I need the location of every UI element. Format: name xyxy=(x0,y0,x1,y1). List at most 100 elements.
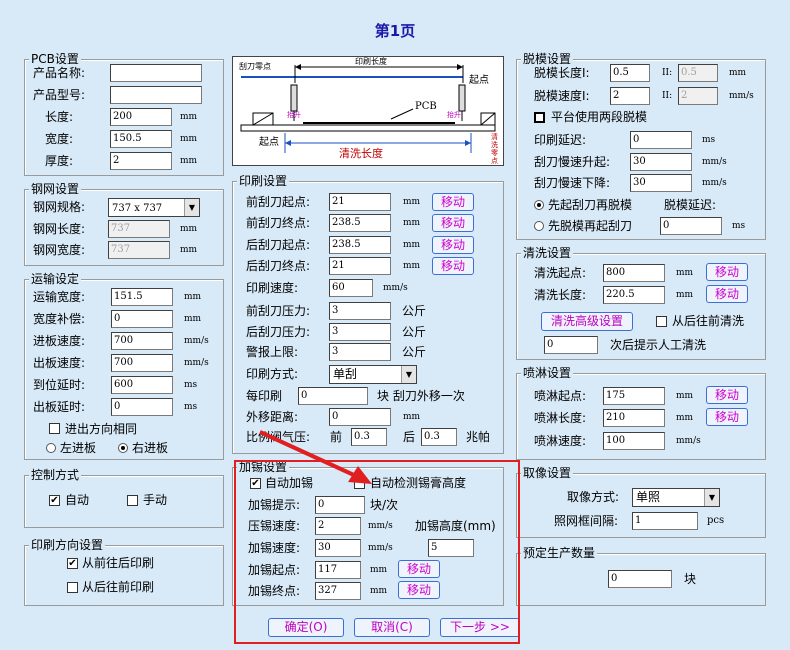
demold-delay-input[interactable]: 0 xyxy=(660,217,722,235)
front-pressure-input[interactable]: 3 xyxy=(329,302,391,320)
slow-up-input[interactable]: 30 xyxy=(630,153,692,171)
spray-start-move-button[interactable]: 移动 xyxy=(706,386,748,404)
stencil-width-unit: mm xyxy=(180,245,198,255)
scraper-first-radio[interactable] xyxy=(534,200,544,210)
back-to-front-checkbox[interactable] xyxy=(67,582,78,593)
diagram-start-right: 起点 xyxy=(469,75,489,86)
pcb-thickness-input[interactable]: 2 xyxy=(110,152,172,170)
same-direction-checkbox[interactable] xyxy=(49,423,60,434)
clean-length-move-button[interactable]: 移动 xyxy=(706,285,748,303)
left-in-radio[interactable] xyxy=(46,443,56,453)
spray-length-move-button[interactable]: 移动 xyxy=(706,408,748,426)
print-mode-value: 单刮 xyxy=(333,367,358,381)
width-comp-input[interactable]: 0 xyxy=(111,310,173,328)
clean-back-front-checkbox[interactable] xyxy=(656,316,667,327)
front-pressure-label: 前刮刀压力: xyxy=(246,304,311,318)
stencil-settings-legend: 钢网设置 xyxy=(29,182,82,196)
in-speed-input[interactable]: 700 xyxy=(111,332,173,350)
out-delay-input[interactable]: 0 xyxy=(111,398,173,416)
pcb-length-input[interactable]: 200 xyxy=(110,108,172,126)
print-speed-label: 印刷速度: xyxy=(246,281,299,295)
clean-prompt-suffix: 次后提示人工清洗 xyxy=(610,338,707,352)
print-delay-label: 印刷延迟: xyxy=(534,133,587,147)
clean-start-input[interactable]: 800 xyxy=(603,264,665,282)
rear-start-move-button[interactable]: 移动 xyxy=(432,236,474,254)
diagram-clean-length: 清洗长度 xyxy=(339,147,383,160)
each-print-input[interactable]: 0 xyxy=(298,387,368,405)
slow-down-label: 刮刀慢速下降: xyxy=(534,176,611,190)
spray-length-input[interactable]: 210 xyxy=(603,409,665,427)
manual-checkbox[interactable] xyxy=(127,495,138,506)
diagram-scraper-zero: 刮刀零点 xyxy=(239,62,271,71)
demold-speed2-input[interactable]: 2 xyxy=(678,87,718,105)
product-model-input[interactable] xyxy=(110,86,202,104)
pcb-width-input[interactable]: 150.5 xyxy=(110,130,172,148)
front-pressure-unit: 公斤 xyxy=(402,304,427,318)
print-speed-unit: mm/s xyxy=(383,283,408,293)
pcb-length-label: 长度: xyxy=(45,110,74,124)
out-speed-input[interactable]: 700 xyxy=(111,354,173,372)
arrive-delay-input[interactable]: 600 xyxy=(111,376,173,394)
demold-length-input[interactable]: 0.5 xyxy=(610,64,650,82)
stencil-width-input[interactable]: 737 xyxy=(108,241,170,259)
frame-interval-input[interactable]: 1 xyxy=(632,512,698,530)
demold-first-label: 先脱模再起刮刀 xyxy=(548,219,633,233)
spray-start-input[interactable]: 175 xyxy=(603,387,665,405)
front-end-input[interactable]: 238.5 xyxy=(329,214,391,232)
frame-interval-label: 照网框间隔: xyxy=(554,514,619,528)
right-in-radio[interactable] xyxy=(118,443,128,453)
capture-settings-legend: 取像设置 xyxy=(521,466,574,480)
rear-pressure-input[interactable]: 3 xyxy=(329,323,391,341)
print-delay-input[interactable]: 0 xyxy=(630,131,692,149)
stencil-length-input[interactable]: 737 xyxy=(108,220,170,238)
scraper-first-label: 先起刮刀再脱模 xyxy=(548,198,633,212)
rear-end-move-button[interactable]: 移动 xyxy=(432,257,474,275)
alarm-limit-input[interactable]: 3 xyxy=(329,343,391,361)
demold-speed-input[interactable]: 2 xyxy=(610,87,650,105)
capture-mode-value: 单照 xyxy=(636,490,661,504)
out-speed-unit: mm/s xyxy=(184,358,209,368)
platform-two-stage-checkbox[interactable] xyxy=(534,112,545,123)
production-quantity-legend: 预定生产数量 xyxy=(521,546,598,560)
spray-length-label: 喷淋长度: xyxy=(534,411,587,425)
diagram-right-vertical: 清洗零点 xyxy=(491,133,498,165)
production-quantity-input[interactable]: 0 xyxy=(608,570,672,588)
front-end-unit: mm xyxy=(403,218,421,228)
print-direction-legend: 印刷方向设置 xyxy=(29,538,106,552)
rear-end-input[interactable]: 21 xyxy=(329,257,391,275)
slow-up-label: 刮刀慢速升起: xyxy=(534,155,611,169)
production-quantity-unit: 块 xyxy=(684,572,697,586)
platform-two-stage-label: 平台使用两段脱模 xyxy=(551,110,648,124)
transport-width-input[interactable]: 151.5 xyxy=(111,288,173,306)
width-comp-label: 宽度补偿: xyxy=(33,312,86,326)
stencil-spec-select[interactable]: 737 x 737 ▼ xyxy=(108,198,200,217)
print-speed-input[interactable]: 60 xyxy=(329,279,373,297)
pcb-thickness-unit: mm xyxy=(180,156,198,166)
alarm-limit-unit: 公斤 xyxy=(402,345,427,359)
width-comp-unit: mm xyxy=(184,314,202,324)
auto-checkbox[interactable]: ✔ xyxy=(49,495,60,506)
clean-prompt-input[interactable]: 0 xyxy=(544,336,598,354)
product-name-input[interactable] xyxy=(110,64,202,82)
spray-start-unit: mm xyxy=(676,391,694,401)
rear-start-input[interactable]: 238.5 xyxy=(329,236,391,254)
valve-rear-input[interactable]: 0.3 xyxy=(421,428,457,446)
front-start-move-button[interactable]: 移动 xyxy=(432,193,474,211)
spray-speed-input[interactable]: 100 xyxy=(603,432,665,450)
slow-down-input[interactable]: 30 xyxy=(630,174,692,192)
clean-start-move-button[interactable]: 移动 xyxy=(706,263,748,281)
shift-distance-input[interactable]: 0 xyxy=(329,408,391,426)
print-mode-select[interactable]: 单刮 ▼ xyxy=(329,365,417,384)
clean-advanced-button[interactable]: 清洗高级设置 xyxy=(541,312,633,331)
front-end-move-button[interactable]: 移动 xyxy=(432,214,474,232)
front-start-input[interactable]: 21 xyxy=(329,193,391,211)
control-mode-legend: 控制方式 xyxy=(29,468,82,482)
rear-end-unit: mm xyxy=(403,261,421,271)
alarm-limit-label: 警报上限: xyxy=(246,345,299,359)
clean-length-label: 清洗长度: xyxy=(534,288,587,302)
demold-length2-input[interactable]: 0.5 xyxy=(678,64,718,82)
demold-first-radio[interactable] xyxy=(534,221,544,231)
front-to-back-checkbox[interactable]: ✔ xyxy=(67,558,78,569)
capture-mode-select[interactable]: 单照 ▼ xyxy=(632,488,720,507)
clean-length-input[interactable]: 220.5 xyxy=(603,286,665,304)
